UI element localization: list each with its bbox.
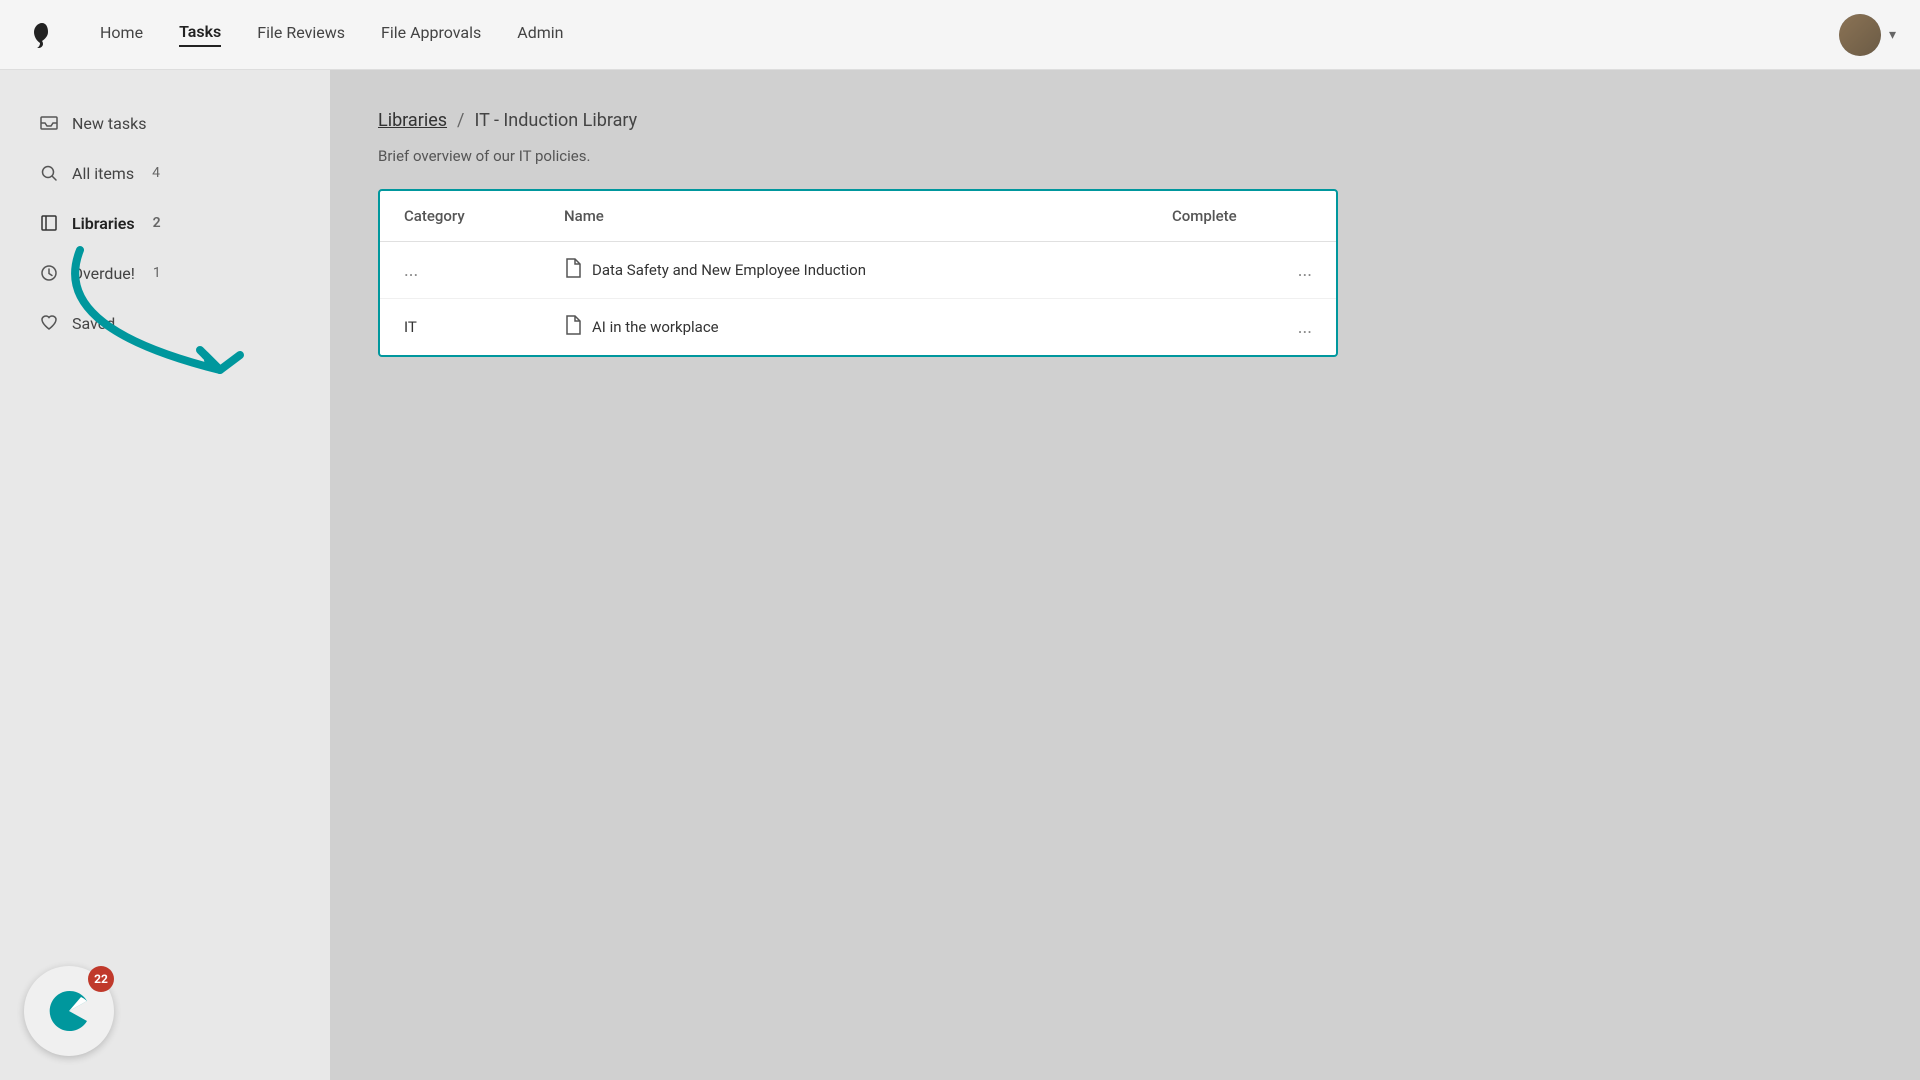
breadcrumb: Libraries / IT - Induction Library [378, 110, 1872, 131]
sidebar-item-saved-label: Saved [72, 314, 115, 333]
nav-links: Home Tasks File Reviews File Approvals A… [100, 22, 1799, 47]
nav-admin[interactable]: Admin [517, 23, 563, 46]
heart-icon [38, 312, 60, 334]
clock-icon [38, 262, 60, 284]
row1-complete: ... [1172, 260, 1312, 281]
col-complete: Complete [1172, 207, 1312, 225]
chevron-down-icon[interactable]: ▾ [1889, 27, 1896, 43]
nav-file-reviews[interactable]: File Reviews [257, 23, 345, 46]
col-category: Category [404, 207, 564, 225]
row2-name: AI in the workplace [592, 318, 719, 336]
breadcrumb-separator: / [457, 110, 464, 131]
row1-name: Data Safety and New Employee Induction [592, 261, 866, 279]
file-icon [564, 315, 582, 339]
row1-file-name: Data Safety and New Employee Induction [564, 258, 1172, 282]
nav-home[interactable]: Home [100, 23, 143, 46]
row2-category: IT [404, 318, 564, 336]
sidebar-item-all-items[interactable]: All items 4 [24, 152, 306, 194]
content-area: Libraries / IT - Induction Library Brief… [330, 70, 1920, 1080]
user-avatar[interactable] [1839, 14, 1881, 56]
search-icon [38, 162, 60, 184]
book-icon [38, 212, 60, 234]
notification-badge: 22 [88, 966, 114, 992]
col-name: Name [564, 207, 1172, 225]
libraries-badge: 2 [153, 215, 161, 231]
breadcrumb-libraries-link[interactable]: Libraries [378, 110, 447, 131]
sidebar-item-libraries[interactable]: Libraries 2 [24, 202, 306, 244]
app-logo[interactable] [24, 17, 60, 53]
row1-category: ... [404, 260, 564, 281]
row2-complete: ... [1172, 317, 1312, 338]
main-layout: New tasks All items 4 Libraries 2 [0, 70, 1920, 1080]
file-icon [564, 258, 582, 282]
all-items-badge: 4 [152, 165, 160, 181]
sidebar-item-new-tasks-label: New tasks [72, 114, 146, 133]
inbox-icon [38, 112, 60, 134]
table-row[interactable]: IT AI in the workplace ... [380, 299, 1336, 355]
row2-file-name: AI in the workplace [564, 315, 1172, 339]
page-description: Brief overview of our IT policies. [378, 147, 1872, 165]
library-table: Category Name Complete ... Data Safety a… [378, 189, 1338, 357]
overdue-badge: 1 [153, 265, 161, 281]
nav-file-approvals[interactable]: File Approvals [381, 23, 481, 46]
table-row[interactable]: ... Data Safety and New Employee Inducti… [380, 242, 1336, 299]
sidebar-item-new-tasks[interactable]: New tasks [24, 102, 306, 144]
sidebar-item-overdue-label: Overdue! [72, 264, 135, 283]
sidebar-item-all-items-label: All items [72, 164, 134, 183]
bottom-widget[interactable]: 22 [24, 966, 114, 1056]
nav-right: ▾ [1839, 14, 1896, 56]
top-navigation: Home Tasks File Reviews File Approvals A… [0, 0, 1920, 70]
widget-logo-icon [41, 983, 97, 1039]
table-header: Category Name Complete [380, 191, 1336, 242]
sidebar-item-saved[interactable]: Saved [24, 302, 306, 344]
sidebar-item-overdue[interactable]: Overdue! 1 [24, 252, 306, 294]
breadcrumb-current: IT - Induction Library [474, 110, 637, 131]
sidebar: New tasks All items 4 Libraries 2 [0, 70, 330, 1080]
sidebar-item-libraries-label: Libraries [72, 214, 135, 233]
nav-tasks[interactable]: Tasks [179, 22, 221, 47]
